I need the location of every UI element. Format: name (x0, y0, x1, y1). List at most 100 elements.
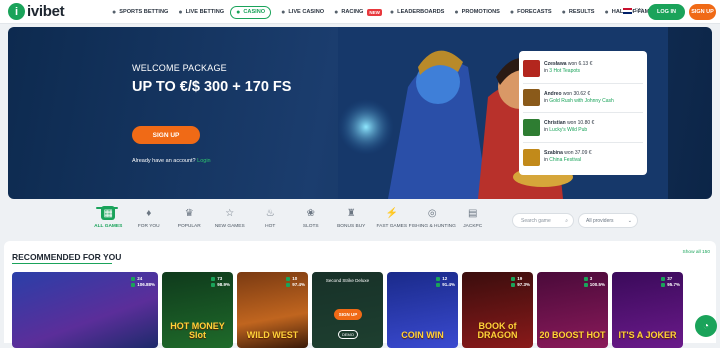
hero-text: WELCOME PACKAGE UP TO €/$ 300 + 170 FS (132, 63, 292, 97)
tab-for-you[interactable]: ♦ FOR YOU (129, 206, 170, 240)
nav-item-casino[interactable]: ● CASINO (230, 5, 272, 19)
nav-item-label: LIVE CASINO (288, 9, 325, 15)
game-card[interactable]: 73 98.9% HOT MONEY Slot (162, 272, 233, 348)
game-thumbnail (523, 59, 540, 77)
play-button[interactable]: SIGN UP (334, 309, 362, 320)
language-selector[interactable]: EN (623, 8, 643, 14)
game-title: HOT MONEY Slot (170, 321, 225, 340)
jackpot-icon: ▤ (468, 207, 478, 219)
win-row[interactable]: Szabina won 37.09 € in China Festival (523, 143, 643, 173)
win-row[interactable]: Czesława won 6.13 € in 3 Hot Teapots (523, 54, 643, 84)
tab-hot[interactable]: ♨ HOT (250, 206, 291, 240)
rtp-value: 95.7% (667, 282, 680, 287)
win-row[interactable]: Christian won 10.80 € in Lucky's Wild Pub (523, 113, 643, 143)
win-text: Christian won 10.80 € in Lucky's Wild Pub (544, 120, 595, 134)
tab-popular[interactable]: ♛ POPULAR (169, 206, 210, 240)
tab-label: FISHING & HUNTING (408, 224, 456, 229)
soccer-ball-icon: ● (112, 8, 117, 16)
tab-label: FAST GAMES (376, 224, 408, 229)
tab-new-games[interactable]: ☆ NEW GAMES (210, 206, 251, 240)
tab-slots[interactable]: ❀ SLOTS (291, 206, 332, 240)
cherry-icon: ❀ (306, 207, 315, 219)
win-amount: won 30.62 € (562, 90, 591, 97)
nav-item-promotions[interactable]: ● PROMOTIONS (454, 9, 499, 16)
gift-icon: ● (454, 8, 459, 16)
rtp-value: 100.5% (589, 282, 605, 287)
section-title: RECOMMENDED FOR YOU (12, 252, 122, 262)
hero-banner[interactable]: WELCOME PACKAGE UP TO €/$ 300 + 170 FS S… (8, 27, 712, 199)
game-stats: 10 97.4% (286, 276, 305, 288)
games-row: 24 106.88% 73 98.9% HOT MONEY Slot 10 97.4% WIL… (12, 272, 683, 348)
game-card[interactable]: 3 100.5% 20 BOOST HOT (537, 272, 608, 348)
game-card[interactable]: Second Strike Deluxe SIGN UP DEMO (312, 272, 383, 348)
nav-item-label: RACING (341, 9, 364, 15)
chevron-down-icon: ⌄ (627, 217, 632, 224)
search-input[interactable]: Search game ⌕ (512, 213, 574, 228)
game-card[interactable]: 12 91.4% COIN WIN (387, 272, 458, 348)
login-link[interactable]: Login (197, 158, 210, 164)
win-game-link[interactable]: China Festival (549, 157, 581, 163)
win-amount: won 37.09 € (564, 150, 592, 157)
game-card[interactable]: 37 95.7% IT'S A JOKER (612, 272, 683, 348)
recent-wins-panel: Czesława won 6.13 € in 3 Hot Teapots Andre… (519, 51, 647, 175)
tab-fast-games[interactable]: ⚡ FAST GAMES (372, 206, 413, 240)
game-hover-overlay: Second Strike Deluxe SIGN UP DEMO (312, 272, 383, 348)
players-icon (583, 277, 588, 281)
nav-item-sports-betting[interactable]: ● SPORTS BETTING (112, 9, 168, 16)
tab-bonus-buy[interactable]: ♜ BONUS BUY (331, 206, 372, 240)
tab-label: SLOTS (302, 224, 319, 229)
chat-support-button[interactable]: ◔ (695, 315, 717, 337)
chart-icon: ● (389, 8, 395, 16)
horse-icon: ● (334, 8, 339, 16)
providers-select[interactable]: All providers ⌄ (578, 213, 638, 228)
rtp-icon (286, 283, 291, 287)
nav-item-live-casino[interactable]: ● LIVE CASINO (281, 9, 324, 16)
nav-item-label: CASINO (243, 9, 266, 15)
players-icon (661, 277, 666, 281)
nav-item-label: LEADERBOARDS (397, 9, 445, 15)
nav-item-live-betting[interactable]: ● LIVE BETTING (178, 9, 224, 16)
game-card[interactable]: 10 97.4% WILD WEST (237, 272, 308, 348)
win-game-link[interactable]: Gold Rush with Johnny Cash (549, 98, 613, 104)
rtp-value: 97.4% (292, 282, 305, 287)
rtp-value: 91.4% (442, 282, 455, 287)
game-title: BOOK of DRAGON (477, 321, 518, 340)
players-icon (436, 277, 441, 281)
rtp-value: 106.88% (137, 282, 155, 287)
new-badge: NEW (367, 8, 382, 16)
game-card[interactable]: 19 97.3% BOOK of DRAGON (462, 272, 533, 348)
win-amount: won 6.13 € (567, 61, 593, 68)
hero-subtitle: WELCOME PACKAGE (132, 63, 227, 73)
win-game-link[interactable]: Lucky's Wild Pub (549, 127, 587, 133)
win-row[interactable]: Andreo won 30.62 € in Gold Rush with John… (523, 84, 643, 113)
game-stats: 19 97.3% (511, 276, 530, 288)
players-icon (131, 277, 136, 281)
cards-icon: ● (281, 8, 286, 16)
rtp-icon (583, 283, 588, 287)
win-amount: won 10.80 € (567, 120, 595, 127)
nav-item-racing[interactable]: ● RACING (334, 9, 363, 16)
tab-label: POPULAR (177, 224, 201, 229)
logo[interactable]: i ivibet (8, 3, 65, 20)
live-icon: ● (178, 8, 183, 16)
flame-icon: ♨ (265, 207, 275, 219)
star-icon: ☆ (225, 207, 235, 219)
game-title: COIN WIN (401, 330, 444, 340)
show-all-link[interactable]: Show all 150 (683, 250, 710, 255)
tab-jackpc[interactable]: ▤ JACKPC (453, 206, 494, 240)
win-game-link[interactable]: 3 Hot Teapots (549, 68, 580, 74)
players-icon (511, 277, 516, 281)
hero-signup-button[interactable]: SIGN UP (132, 126, 200, 144)
nav-item-results[interactable]: ● RESULTS (562, 9, 595, 16)
lightning-icon: ⚡ (385, 207, 398, 219)
game-card[interactable]: 24 106.88% (12, 272, 158, 348)
signup-button[interactable]: SIGN UP (689, 4, 716, 20)
demo-button[interactable]: DEMO (338, 330, 358, 339)
tab-all-games[interactable]: ▦ ALL GAMES (88, 206, 129, 240)
nav-item-leaderboards[interactable]: ● LEADERBOARDS (390, 9, 444, 16)
game-stats: 37 95.7% (661, 276, 680, 288)
grid-icon: ▦ (101, 206, 116, 220)
nav-item-forecasts[interactable]: ● FORECASTS (510, 9, 552, 16)
login-button[interactable]: LOG IN (648, 4, 685, 20)
tab-fishing-hunting[interactable]: ◎ FISHING & HUNTING (408, 206, 456, 240)
